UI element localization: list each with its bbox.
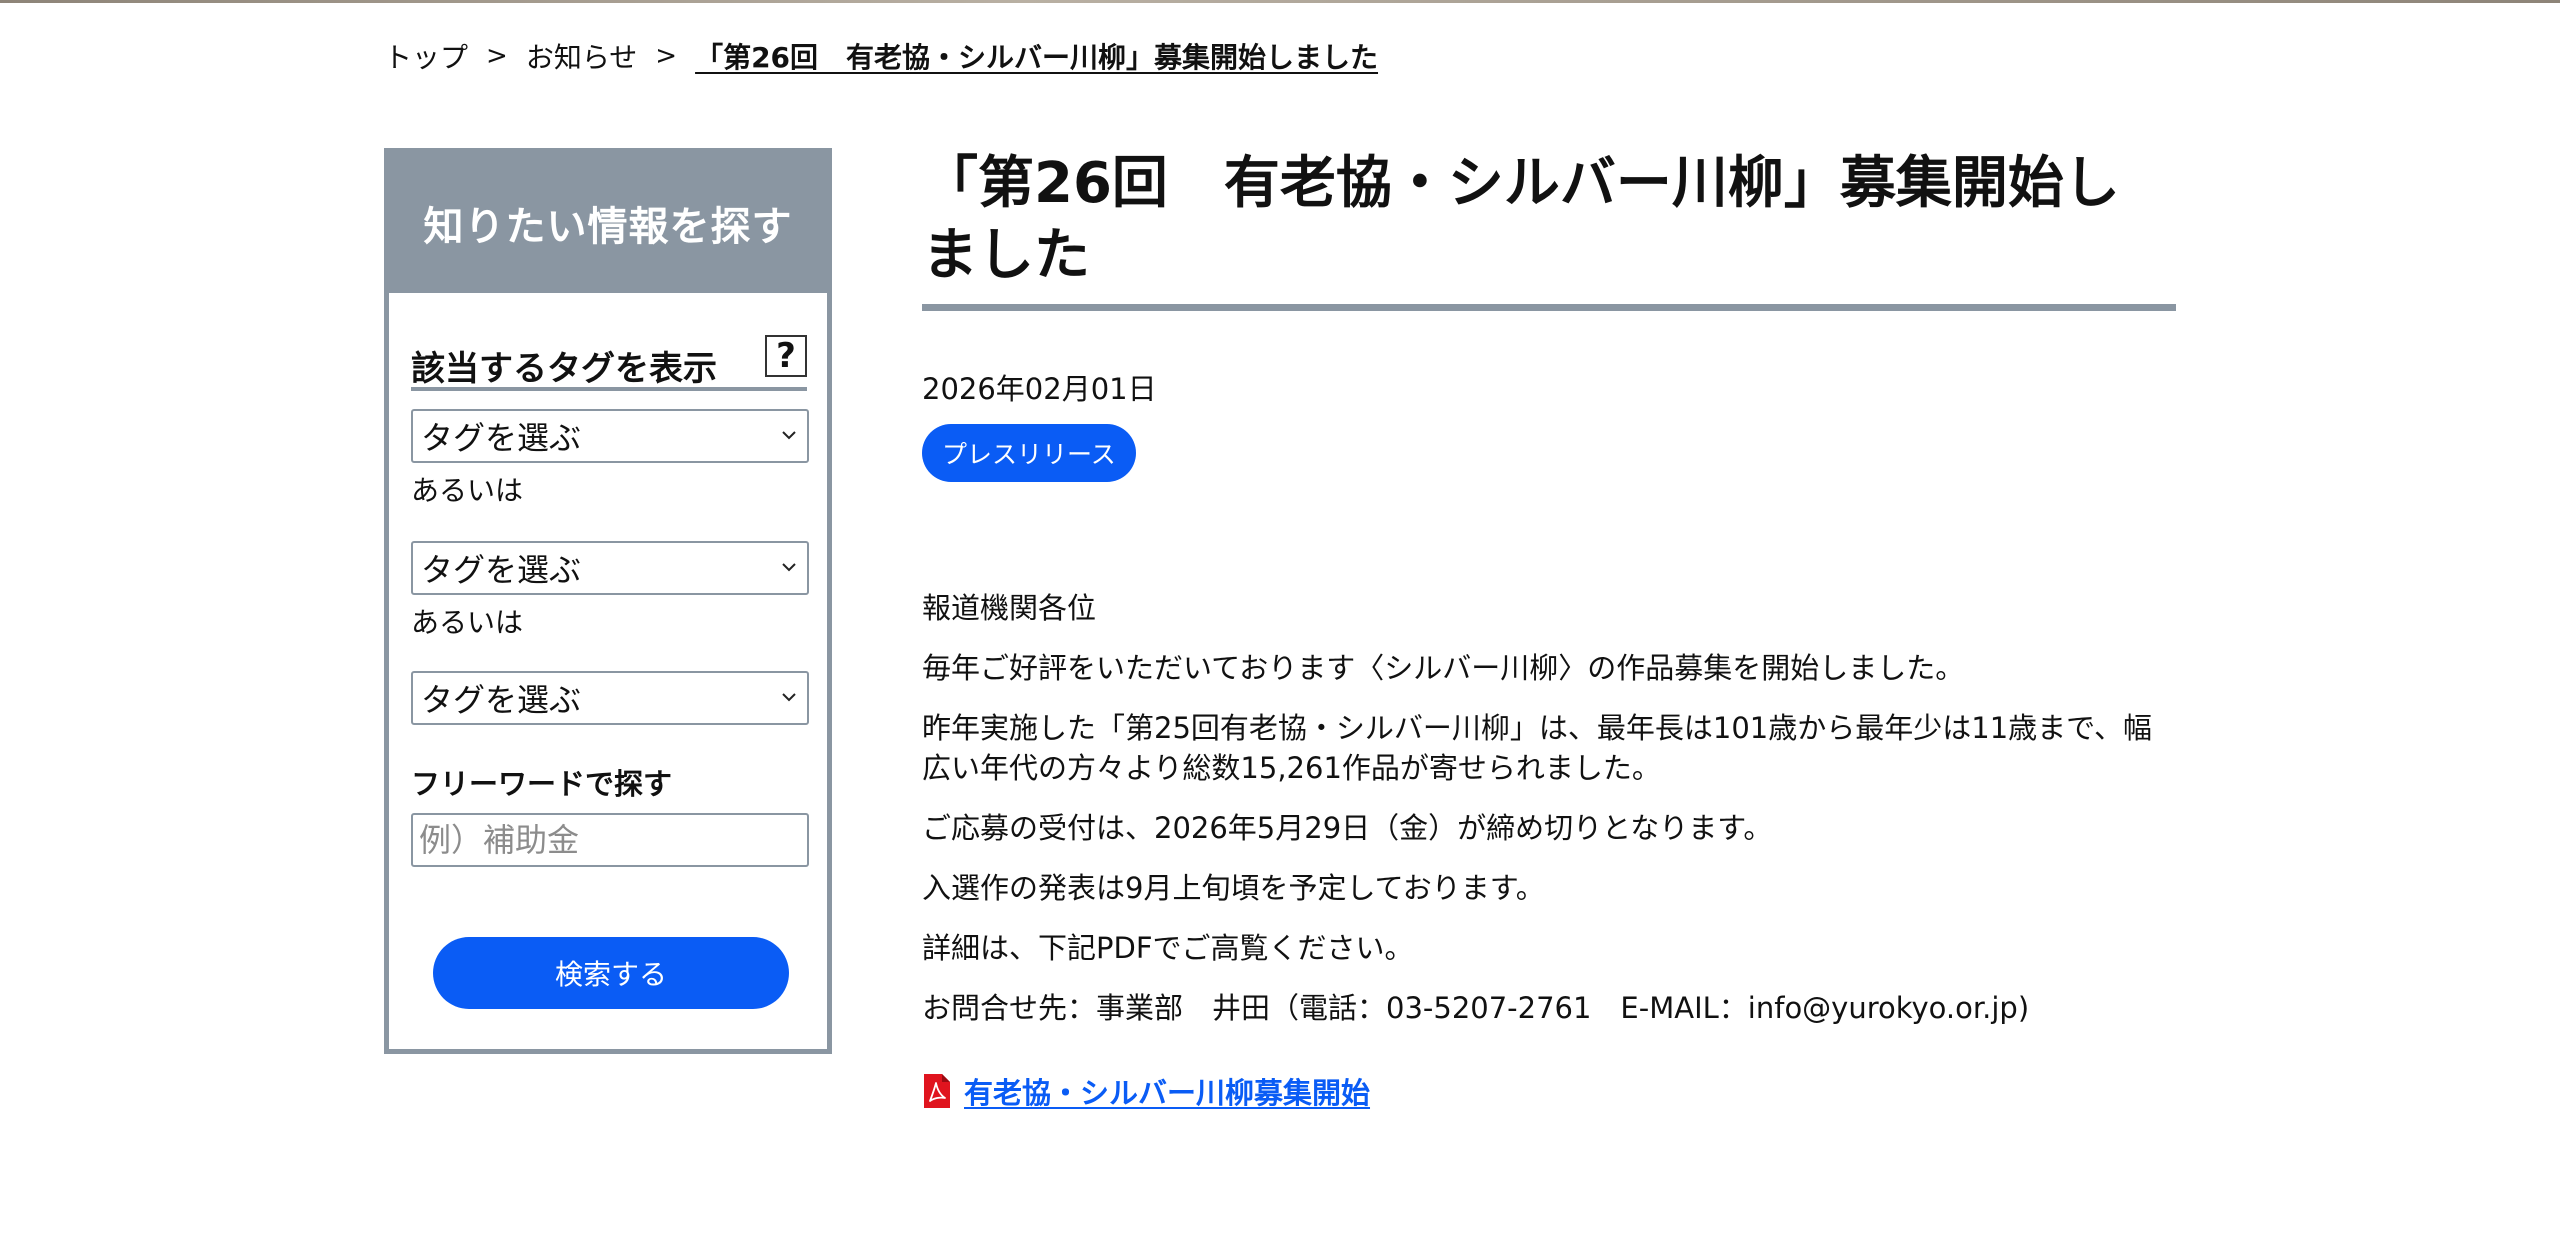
paragraph: お問合せ先：事業部 井田（電話：03-5207-2761 E-MAIL：info… [922, 991, 2030, 1025]
category-badge[interactable]: プレスリリース [922, 424, 1136, 482]
breadcrumb-separator: > [486, 41, 508, 71]
breadcrumb-separator: > [655, 41, 678, 71]
paragraph: 入選作の発表は9月上旬頃を予定しております。 [922, 871, 1545, 905]
sidebar-title: 知りたい情報を探す [389, 153, 827, 293]
article-body: 報道機関各位 毎年ご好評をいただいております〈シルバー川柳〉の作品募集を開始しま… [922, 588, 2176, 1048]
free-word-label: フリーワードで探す [411, 767, 673, 801]
tag-select-3-value: タグを選ぶ [421, 681, 582, 719]
publish-date: 2026年02月01日 [922, 372, 1157, 406]
free-word-input[interactable] [411, 813, 809, 867]
breadcrumb-news[interactable]: お知らせ [526, 36, 637, 76]
chevron-down-icon [782, 563, 796, 572]
top-border [0, 0, 2560, 3]
pdf-icon [924, 1074, 950, 1108]
tag-heading-label: 該当するタグを表示 [411, 349, 717, 389]
chevron-down-icon [782, 693, 796, 702]
paragraph: 昨年実施した「第25回有老協・シルバー川柳」は、最年長は101歳から最年少は11… [922, 711, 2152, 785]
breadcrumb: トップ > お知らせ > 「第26回 有老協・シルバー川柳」募集開始しました [384, 36, 1378, 76]
or-label: あるいは [411, 606, 524, 639]
breadcrumb-current: 「第26回 有老協・シルバー川柳」募集開始しました [695, 41, 1379, 74]
help-icon[interactable]: ? [765, 335, 807, 377]
search-sidebar: 知りたい情報を探す 該当するタグを表示 ? タグを選ぶ あるいは タグを選ぶ あ… [384, 148, 832, 1054]
tag-select-2[interactable]: タグを選ぶ [411, 541, 809, 595]
paragraph: ご応募の受付は、2026年5月29日（金）が締め切りとなります。 [922, 811, 1773, 845]
paragraph: 毎年ご好評をいただいております〈シルバー川柳〉の作品募集を開始しました。 [922, 651, 1965, 685]
or-label: あるいは [411, 474, 524, 507]
paragraph: 報道機関各位 [922, 591, 1097, 625]
search-button[interactable]: 検索する [433, 937, 789, 1009]
tag-select-1-value: タグを選ぶ [421, 419, 582, 457]
tag-heading: 該当するタグを表示 ? [411, 335, 807, 391]
title-divider [922, 304, 2176, 311]
tag-select-2-value: タグを選ぶ [421, 551, 582, 589]
pdf-download: 有老協・シルバー川柳募集開始 [922, 1070, 1370, 1112]
tag-select-1[interactable]: タグを選ぶ [411, 409, 809, 463]
breadcrumb-home[interactable]: トップ [384, 36, 468, 76]
paragraph: 詳細は、下記PDFでご高覧ください。 [922, 931, 1414, 965]
tag-select-3[interactable]: タグを選ぶ [411, 671, 809, 725]
article: 「第26回 有老協・シルバー川柳」募集開始しました 2026年02月01日 プレ… [922, 148, 2176, 1110]
pdf-link[interactable]: 有老協・シルバー川柳募集開始 [964, 1070, 1370, 1112]
chevron-down-icon [782, 431, 796, 440]
page-title: 「第26回 有老協・シルバー川柳」募集開始しました [922, 151, 2120, 288]
